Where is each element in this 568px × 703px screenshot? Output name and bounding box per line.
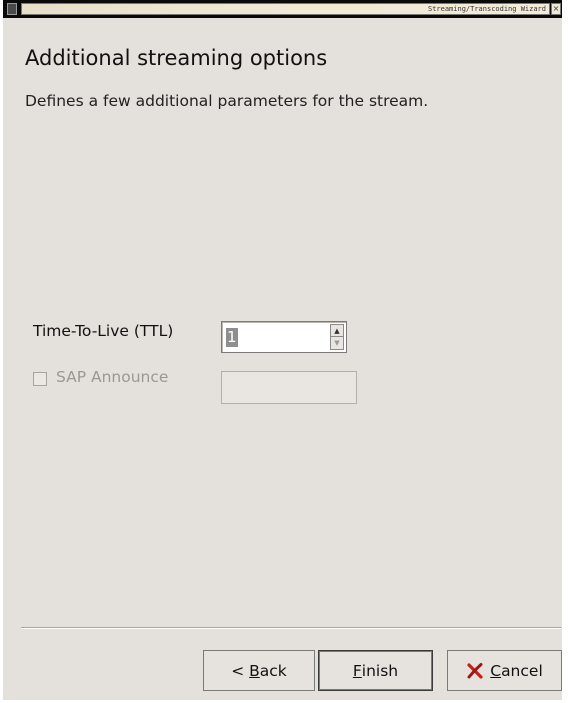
finish-button[interactable]: Finish [318, 650, 433, 691]
ttl-spinbox[interactable]: 1 ▲ ▼ [221, 321, 347, 353]
cancel-button[interactable]: Cancel [447, 650, 562, 691]
page-subtitle: Defines a few additional parameters for … [25, 92, 429, 110]
sap-announce-label: SAP Announce [56, 368, 169, 386]
sap-announce-checkbox[interactable] [33, 372, 47, 386]
cancel-button-mnemonic: C [490, 661, 502, 680]
sap-group-field[interactable] [221, 371, 357, 404]
back-button-mnemonic: B [249, 661, 260, 680]
spin-down-icon[interactable]: ▼ [331, 337, 343, 349]
back-button-prefix: < [231, 661, 250, 680]
ttl-label: Time-To-Live (TTL) [33, 322, 174, 340]
cancel-x-icon [467, 662, 483, 679]
ttl-value[interactable]: 1 [226, 328, 238, 347]
page-title: Additional streaming options [25, 46, 328, 70]
cancel-button-rest: ancel [501, 661, 543, 680]
back-button[interactable]: < Back [203, 650, 315, 691]
ttl-spin-buttons: ▲ ▼ [330, 324, 344, 350]
button-separator [21, 627, 561, 629]
close-button[interactable]: × [551, 3, 561, 15]
finish-button-mnemonic: F [352, 661, 362, 680]
finish-button-rest: inish [361, 661, 399, 680]
window-menu-icon[interactable] [7, 3, 17, 15]
window-title: Streaming/Transcoding Wizard [427, 5, 546, 13]
spin-up-icon[interactable]: ▲ [331, 325, 343, 337]
wizard-window: Streaming/Transcoding Wizard × Additiona… [0, 0, 568, 703]
back-button-rest: ack [259, 661, 287, 680]
title-bar[interactable]: Streaming/Transcoding Wizard × [3, 0, 562, 18]
